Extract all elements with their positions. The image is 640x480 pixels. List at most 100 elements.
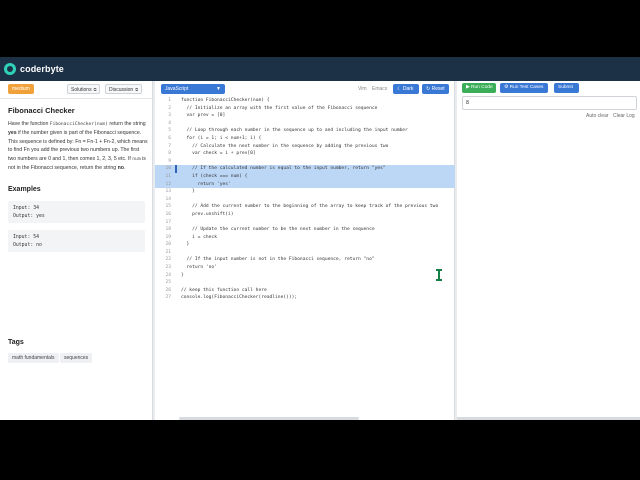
desc-code: FibonacciChecker(num) [49, 122, 108, 127]
code-line[interactable]: 22 // If the input number is not in the … [155, 256, 455, 264]
code-line[interactable]: 27 console.log(FibonacciChecker(readline(… [155, 294, 455, 302]
code-line[interactable]: 26 // keep this function call here [155, 287, 455, 295]
line-number: 15 [165, 204, 171, 210]
line-number: 26 [165, 287, 171, 293]
line-number: 13 [165, 189, 171, 195]
vim-mode-toggle[interactable]: Vim [358, 84, 367, 94]
line-number: 2 [168, 105, 171, 111]
code-line[interactable]: 25 [155, 279, 455, 287]
code-line[interactable]: 23 return 'no' [155, 264, 455, 272]
run-test-cases-button[interactable]: ⚙ Run Test Cases [500, 83, 548, 93]
run-code-button[interactable]: ▶ Run Code [462, 83, 496, 93]
code-text: // If the input number is not in the Fib… [181, 257, 375, 263]
code-line[interactable]: 19 i = check [155, 234, 455, 242]
code-line[interactable]: 3 var prev = [0] [155, 112, 455, 120]
line-number: 1 [168, 98, 171, 103]
line-number: 18 [165, 227, 171, 233]
reset-label: Reset [431, 86, 445, 92]
dark-theme-button[interactable]: ☾ Dark [393, 84, 419, 94]
code-text: for (i = 1; i < num+1; i) { [181, 135, 262, 141]
output-scrollbar[interactable] [457, 417, 640, 420]
language-select[interactable]: JavaScript ▼ [161, 84, 225, 94]
code-text: // keep this function call here [181, 287, 267, 293]
code-area[interactable]: 1 function FibonacciChecker(num) { 2 // In… [155, 97, 455, 397]
code-line[interactable]: 18 // Update the current number to be th… [155, 226, 455, 234]
example-box: Input: 34 Output: yes [8, 201, 145, 223]
tags-heading: Tags [8, 339, 24, 346]
code-line[interactable]: 7 // Calculate the next number in the se… [155, 143, 455, 151]
code-line[interactable]: 20 } [155, 241, 455, 249]
line-number: 27 [165, 295, 171, 301]
example-box: Input: 54 Output: no [8, 230, 145, 252]
code-text: var check = i + prev[0] [181, 151, 256, 157]
code-editor-panel: JavaScript ▼ Vim Emacs ☾ Dark ↻ Reset 1 fu… [155, 81, 455, 420]
code-text: } [181, 272, 184, 278]
solutions-button[interactable]: Solutions ⧉ [67, 84, 101, 94]
desc-text: if the number given is part of the Fibon… [8, 130, 148, 162]
code-line[interactable]: 17 [155, 219, 455, 227]
submit-button[interactable]: Submit [554, 83, 579, 93]
auto-clear-toggle[interactable]: Auto clear [586, 113, 609, 119]
code-line[interactable]: 1 function FibonacciChecker(num) { [155, 97, 455, 105]
examples-heading: Examples [8, 186, 41, 193]
line-number: 25 [165, 280, 171, 286]
emacs-mode-toggle[interactable]: Emacs [372, 84, 387, 94]
code-text: // Add the current number to the beginni… [181, 204, 439, 210]
problem-panel: medium Solutions ⧉ Discussion ⧉ Fibonacci … [0, 81, 153, 420]
clear-log-link[interactable]: Clear Log [613, 113, 635, 119]
horizontal-scrollbar[interactable] [179, 417, 359, 420]
line-number: 21 [165, 249, 171, 255]
code-line[interactable]: 10 // If the calculated number is equal … [155, 165, 455, 173]
code-line[interactable]: 5 // Loop through each number in the seq… [155, 127, 455, 135]
tests-label: Run Test Cases [509, 85, 544, 90]
discussion-label: Discussion [109, 87, 134, 93]
desc-text: . [123, 165, 126, 172]
console-input[interactable]: 8 [462, 96, 637, 110]
code-text: } [181, 189, 195, 195]
code-text: // If the calculated number is equal to … [181, 166, 386, 172]
reset-button[interactable]: ↻ Reset [422, 84, 449, 94]
line-number: 23 [165, 265, 171, 271]
code-line[interactable]: 4 [155, 120, 455, 128]
code-text: // Loop through each number in the seque… [181, 128, 408, 134]
code-text: // Initialize an array with the first va… [181, 105, 378, 111]
brand-name[interactable]: coderbyte [20, 64, 64, 74]
coderbyte-logo-icon[interactable] [4, 63, 16, 75]
problem-title: Fibonacci Checker [8, 106, 75, 115]
code-line[interactable]: 21 [155, 249, 455, 257]
code-text: i = check [181, 234, 217, 240]
code-line[interactable]: 16 prev.unshift(i) [155, 211, 455, 219]
external-link-icon: ⧉ [93, 87, 97, 92]
tag-sequences[interactable]: sequences [60, 353, 93, 363]
code-text: console.log(FibonacciChecker(readline())… [181, 295, 298, 301]
discussion-button[interactable]: Discussion ⧉ [105, 84, 143, 94]
desc-text: Have the function [8, 121, 50, 127]
line-number: 8 [168, 151, 171, 157]
code-line[interactable]: 6 for (i = 1; i < num+1; i) { [155, 135, 455, 143]
solutions-label: Solutions [71, 87, 92, 93]
code-line[interactable]: 13 } [155, 188, 455, 196]
dark-label: Dark [402, 86, 414, 92]
code-line[interactable]: 8 var check = i + prev[0] [155, 150, 455, 158]
code-line[interactable]: 24} [155, 272, 455, 280]
language-label: JavaScript [165, 86, 189, 92]
chevron-down-icon: ▼ [216, 86, 221, 92]
tag-math-fundamentals[interactable]: math fundamentals [8, 353, 59, 363]
line-number: 7 [168, 143, 171, 149]
line-number: 16 [165, 211, 171, 217]
selection-marker [175, 165, 177, 173]
code-line[interactable]: 11 if (check === num) { [155, 172, 455, 181]
line-number: 20 [165, 242, 171, 248]
example-output: Output: no [13, 243, 42, 248]
line-number: 19 [165, 234, 171, 240]
code-text: if (check === num) { [181, 173, 248, 179]
code-text: return 'no' [181, 265, 217, 271]
code-line[interactable]: 12 return 'yes' [155, 180, 455, 189]
output-panel: ▶ Run Code ⚙ Run Test Cases Submit 8 Aut… [457, 81, 640, 420]
code-line[interactable]: 15 // Add the current number to the begi… [155, 203, 455, 211]
example-output: Output: yes [13, 214, 45, 219]
code-line[interactable]: 2 // Initialize an array with the first … [155, 105, 455, 113]
code-text: function FibonacciChecker(num) { [181, 98, 270, 103]
code-line[interactable]: 9 [155, 158, 455, 166]
code-line[interactable]: 14 [155, 196, 455, 204]
